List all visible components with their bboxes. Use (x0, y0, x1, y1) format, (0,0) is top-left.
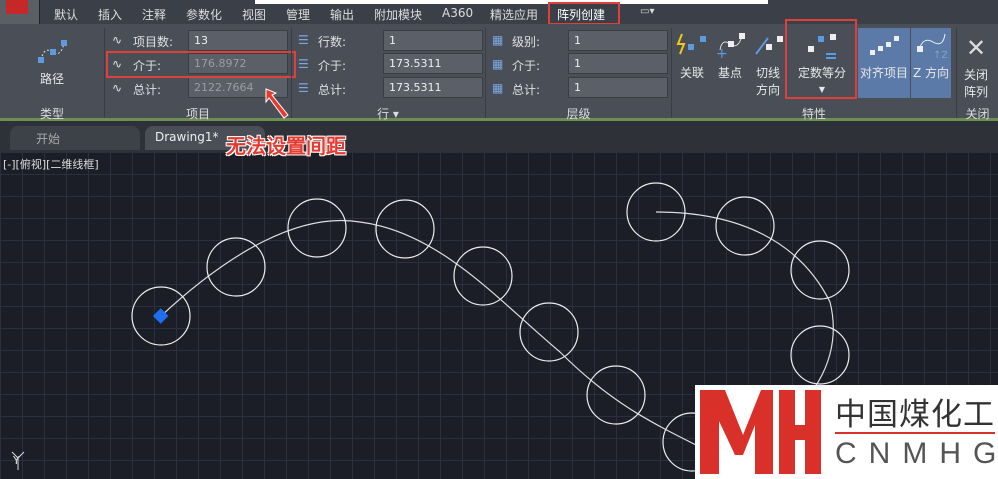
align-items-icon (868, 32, 900, 60)
doc-tab-start-label: 开始 (36, 132, 61, 146)
levels-total-icon: ▦ (492, 81, 504, 95)
annotation-text: 无法设置间距 (226, 134, 346, 158)
tab-insert[interactable]: 插入 (98, 6, 122, 23)
z-direction-label: Z 方向 (912, 66, 950, 80)
title-strip (255, 0, 768, 4)
rows-count-label: 行数: (318, 35, 347, 49)
svg-text:↑Z: ↑Z (933, 50, 947, 60)
associative-label: 关联 (679, 66, 704, 80)
rows-between-label: 介于: (318, 59, 347, 73)
items-count-input[interactable]: 13 (188, 30, 288, 51)
levels-total-input[interactable]: 1 (568, 77, 668, 98)
close-array-button[interactable]: ✕ 关闭阵列 (958, 34, 994, 100)
z-direction-icon: ↑Z (915, 32, 948, 61)
path-type-button[interactable]: 路径 (22, 38, 82, 87)
panel-title-close: 关闭 (965, 107, 990, 121)
close-icon: ✕ (965, 34, 987, 62)
rows-icon: ☰ (298, 33, 309, 47)
levels-count-label: 级别: (512, 35, 541, 49)
levels-between-label: 介于: (512, 59, 541, 73)
base-point-label: 基点 (717, 66, 742, 80)
tangent-direction-button[interactable]: 切线 方向 (750, 32, 786, 98)
tab-addins[interactable]: 附加模块 (374, 6, 422, 23)
rows-total-input[interactable]: 173.5311 (383, 77, 483, 98)
watermark-logo (700, 390, 821, 474)
close-label-1: 关闭 (963, 68, 988, 82)
levels-between-input[interactable]: 1 (568, 53, 668, 74)
watermark-en: CNMHG (835, 437, 998, 470)
tab-manage[interactable]: 管理 (286, 6, 310, 23)
ucs-y-label: Y (13, 454, 20, 467)
items-total-icon: ∿ (112, 81, 123, 95)
panel-title-properties: 特性 (801, 107, 826, 121)
app-logo[interactable] (0, 0, 40, 24)
rows-count-input[interactable]: 1 (383, 30, 483, 51)
doc-tab-start[interactable]: 开始 (10, 126, 140, 150)
items-total-label: 总计: (133, 83, 162, 97)
align-items-toggle[interactable]: 对齐项目 (858, 28, 910, 98)
panel-toggle-icon[interactable]: ▭▾ (640, 6, 654, 17)
tab-output[interactable]: 输出 (330, 6, 354, 23)
base-point-icon: + (714, 32, 746, 62)
doc-tab-drawing1-label: Drawing1* (155, 130, 219, 144)
levels-total-label: 总计: (512, 83, 541, 97)
tab-annotate[interactable]: 注释 (142, 6, 166, 23)
associative-icon (676, 32, 708, 60)
items-count-icon: ∿ (112, 33, 123, 47)
panel-title-rows[interactable]: 行 ▾ (292, 105, 484, 122)
arrow-annotation-icon (265, 88, 289, 119)
tab-a360[interactable]: A360 (442, 6, 473, 20)
tangent-label-2: 方向 (755, 83, 780, 97)
rows-total-label: 总计: (318, 83, 347, 97)
tangent-icon (752, 32, 784, 60)
associative-button[interactable]: 关联 (674, 32, 710, 81)
tangent-label-1: 切线 (755, 66, 780, 80)
panel-title-levels: 层级 (566, 107, 591, 121)
items-count-label: 项目数: (133, 35, 174, 49)
base-point-button[interactable]: + 基点 (712, 32, 748, 81)
watermark-cn: 中国煤化工 (835, 397, 995, 433)
path-label: 路径 (39, 72, 64, 86)
levels-icon: ▦ (492, 33, 504, 47)
tab-view[interactable]: 视图 (242, 6, 266, 23)
ribbon: 路径 类型 ∿ 项目数: 13 ∿ 介于: 176.8972 ∿ 总计: 212… (0, 19, 998, 122)
highlight-box (548, 2, 620, 25)
watermark: 中国煤化工 CNMHG (695, 385, 998, 479)
panel-title-type: 类型 (39, 107, 64, 121)
tab-default[interactable]: 默认 (54, 6, 78, 23)
svg-text:+: + (716, 46, 728, 60)
highlight-box (785, 19, 857, 99)
levels-count-input[interactable]: 1 (568, 30, 668, 51)
z-direction-toggle[interactable]: ↑Z Z 方向 (911, 28, 951, 98)
highlight-box (106, 51, 296, 78)
align-label: 对齐项目 (859, 66, 908, 80)
close-label-2: 阵列 (963, 85, 988, 99)
document-tabs: 开始 Drawing1* (0, 121, 998, 152)
path-icon (36, 38, 68, 66)
tab-parametric[interactable]: 参数化 (186, 6, 222, 23)
rows-between-input[interactable]: 173.5311 (383, 53, 483, 74)
rows-between-icon: ☰ (298, 57, 309, 71)
watermark-divider (835, 432, 995, 434)
tab-featured[interactable]: 精选应用 (490, 6, 538, 23)
levels-between-icon: ▦ (492, 57, 504, 71)
